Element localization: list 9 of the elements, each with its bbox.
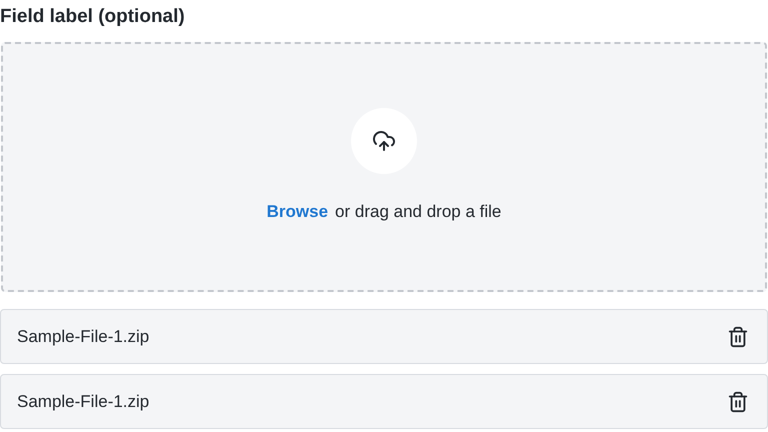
browse-link[interactable]: Browse [266, 199, 328, 224]
cloud-upload-icon [372, 129, 396, 153]
trash-icon [727, 390, 749, 412]
drop-zone[interactable]: Browse or drag and drop a file [1, 42, 767, 292]
drop-hint: or drag and drop a file [335, 201, 502, 223]
file-name: Sample-File-1.zip [17, 390, 150, 413]
file-name: Sample-File-1.zip [17, 326, 150, 348]
trash-icon [727, 326, 749, 348]
field-label: Field label (optional) [0, 5, 186, 29]
